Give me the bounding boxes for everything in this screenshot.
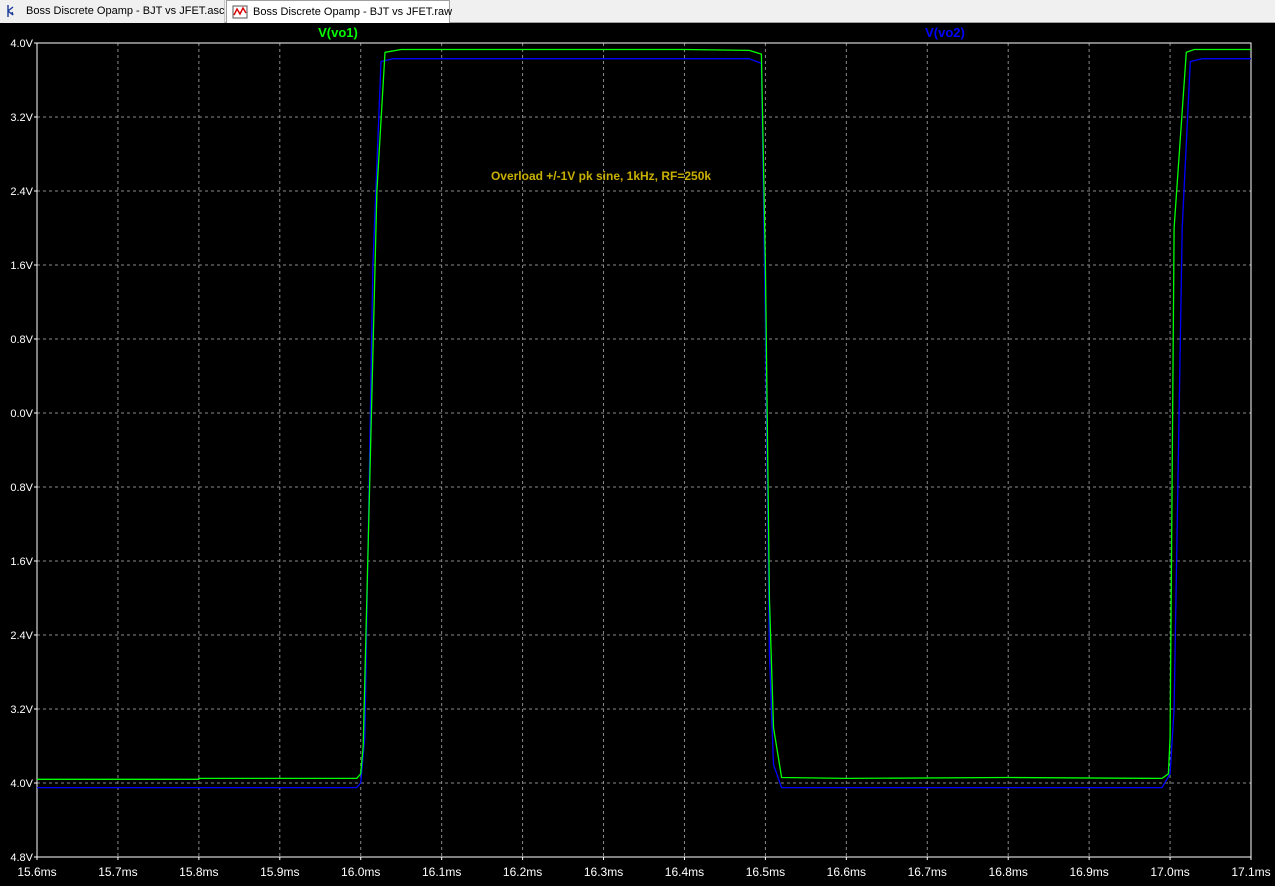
tab-label: Boss Discrete Opamp - BJT vs JFET.asc	[26, 5, 225, 17]
tab-label: Boss Discrete Opamp - BJT vs JFET.raw	[253, 6, 453, 18]
x-tick-label: 16.7ms	[908, 865, 947, 879]
y-tick-label: 3.2V	[10, 704, 33, 716]
waveform-chart[interactable]: 4.0V 3.2V 2.4V 1.6V 0.8V 0.0V 0.8V 1.6V 2.4V 3.2V…	[0, 23, 1275, 881]
y-tick-label: 1.6V	[10, 260, 33, 272]
y-tick-label: 4.8V	[10, 852, 33, 864]
x-tick-label: 16.4ms	[665, 865, 704, 879]
y-tick-label: 3.2V	[10, 112, 33, 124]
traces-layer	[37, 48, 1251, 789]
y-tick-label: 1.6V	[10, 556, 33, 568]
trace-vvo1[interactable]	[37, 48, 1251, 780]
x-tick-label: 15.8ms	[179, 865, 218, 879]
grid-layer	[37, 43, 1251, 857]
x-axis: 15.6ms 15.7ms 15.8ms 15.9ms 16.0ms 16.1ms 16.2…	[17, 857, 1271, 879]
x-tick-label: 17.0ms	[1150, 865, 1189, 879]
legend-vo1[interactable]: V(vo1)	[318, 25, 358, 40]
y-tick-label: 4.0V	[10, 38, 33, 50]
x-tick-label: 16.2ms	[503, 865, 542, 879]
x-tick-label: 16.6ms	[827, 865, 866, 879]
y-tick-label: 4.0V	[10, 778, 33, 790]
document-tab-bar: Boss Discrete Opamp - BJT vs JFET.asc Bo…	[0, 0, 1275, 24]
x-tick-label: 16.5ms	[746, 865, 785, 879]
y-axis: 4.0V 3.2V 2.4V 1.6V 0.8V 0.0V 0.8V 1.6V 2.4V 3.2V…	[10, 38, 37, 864]
x-tick-label: 15.7ms	[98, 865, 137, 879]
x-tick-label: 16.9ms	[1069, 865, 1108, 879]
legend: V(vo1) V(vo2)	[318, 25, 965, 40]
y-tick-label: 2.4V	[10, 186, 33, 198]
waveform-icon	[232, 5, 248, 19]
tab-waveform[interactable]: Boss Discrete Opamp - BJT vs JFET.raw	[226, 0, 453, 24]
x-tick-label: 16.8ms	[989, 865, 1028, 879]
y-tick-label: 0.8V	[10, 334, 33, 346]
x-tick-label: 16.3ms	[584, 865, 623, 879]
schematic-icon	[7, 5, 14, 17]
x-tick-label: 15.9ms	[260, 865, 299, 879]
legend-vo2[interactable]: V(vo2)	[925, 25, 965, 40]
x-tick-label: 16.1ms	[422, 865, 461, 879]
plot-annotation: Overload +/-1V pk sine, 1kHz, RF=250k	[491, 169, 711, 183]
waveform-plot-pane[interactable]: 4.0V 3.2V 2.4V 1.6V 0.8V 0.0V 0.8V 1.6V 2.4V 3.2V…	[0, 23, 1275, 881]
plot-frame	[36, 42, 1252, 858]
x-tick-label: 16.0ms	[341, 865, 380, 879]
x-tick-label: 17.1ms	[1231, 865, 1270, 879]
x-tick-label: 15.6ms	[17, 865, 56, 879]
y-tick-label: 0.8V	[10, 482, 33, 494]
y-tick-label: 2.4V	[10, 630, 33, 642]
tab-schematic[interactable]: Boss Discrete Opamp - BJT vs JFET.asc	[0, 0, 225, 23]
y-tick-label: 0.0V	[10, 408, 33, 420]
